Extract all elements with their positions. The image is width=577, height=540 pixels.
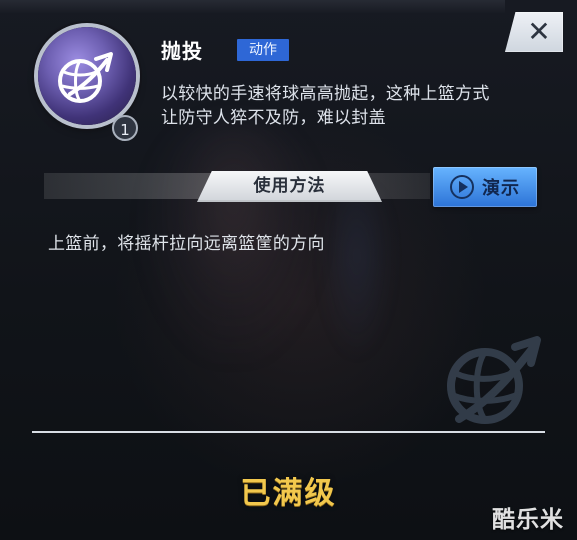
close-icon: ✕ — [527, 15, 551, 48]
description-line-2: 让防守人猝不及防，难以封盖 — [161, 108, 386, 128]
skill-badge — [38, 27, 136, 125]
ghost-basketball-icon — [447, 336, 541, 424]
demo-button[interactable]: 演示 — [433, 167, 537, 207]
usage-instruction: 上篮前，将摇杆拉向远离篮筐的方向 — [48, 234, 325, 254]
site-watermark: 酷乐米 — [492, 507, 564, 533]
demo-button-label: 演示 — [482, 178, 520, 199]
max-level-status: 已满级 — [240, 476, 337, 511]
skill-detail-panel: ✕ 1 抛投 动作 以较快的手速将球高高抛起，这种上篮方式 让防守人猝不及防，难… — [0, 0, 577, 540]
bottom-divider — [32, 431, 545, 433]
skill-description: 以较快的手速将球高高抛起，这种上篮方式 让防守人猝不及防，难以封盖 — [161, 82, 551, 130]
play-circle-icon — [450, 175, 474, 199]
skill-tag: 动作 — [237, 39, 289, 61]
basketball-arrow-icon — [58, 52, 113, 103]
background-player-blur-secondary — [322, 188, 392, 358]
section-header-plate: 使用方法 — [197, 171, 382, 202]
skill-level-badge: 1 — [112, 115, 138, 141]
skill-title: 抛投 — [161, 39, 203, 63]
panel-top-highlight — [0, 0, 505, 14]
close-button[interactable]: ✕ — [505, 12, 563, 52]
section-title: 使用方法 — [253, 176, 326, 196]
description-line-1: 以较快的手速将球高高抛起，这种上篮方式 — [161, 84, 490, 104]
